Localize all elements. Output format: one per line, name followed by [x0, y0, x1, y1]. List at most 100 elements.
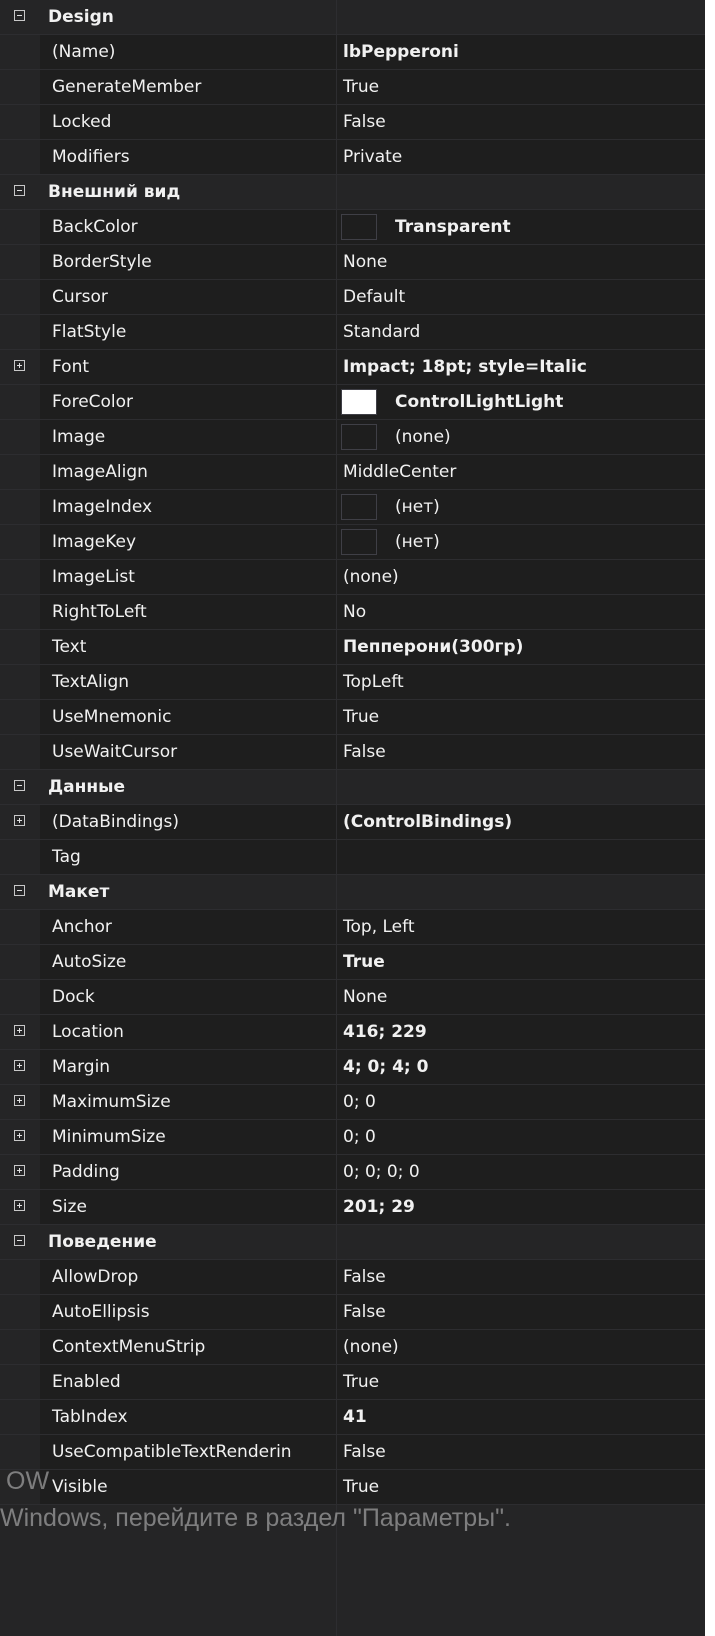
- category-row[interactable]: Design: [0, 0, 705, 35]
- property-row-name[interactable]: (Name) lbPepperoni: [0, 35, 705, 70]
- category-row[interactable]: Поведение: [0, 1225, 705, 1260]
- property-value[interactable]: 0; 0: [337, 1120, 705, 1154]
- property-row-tag[interactable]: Tag: [0, 840, 705, 875]
- property-value[interactable]: Top, Left: [337, 910, 705, 944]
- property-value[interactable]: True: [337, 70, 705, 104]
- property-row-flatstyle[interactable]: FlatStyle Standard: [0, 315, 705, 350]
- property-value[interactable]: None: [337, 245, 705, 279]
- property-row-minimumsize[interactable]: MinimumSize 0; 0: [0, 1120, 705, 1155]
- property-value[interactable]: TopLeft: [337, 665, 705, 699]
- property-value[interactable]: False: [337, 735, 705, 769]
- row-gutter: [0, 1400, 40, 1434]
- property-value[interactable]: (нет): [337, 525, 705, 559]
- collapse-icon[interactable]: [14, 885, 25, 896]
- property-row-location[interactable]: Location 416; 229: [0, 1015, 705, 1050]
- property-row-imagealign[interactable]: ImageAlign MiddleCenter: [0, 455, 705, 490]
- property-value[interactable]: 201; 29: [337, 1190, 705, 1224]
- property-value[interactable]: False: [337, 1260, 705, 1294]
- property-row-contextmenustrip[interactable]: ContextMenuStrip (none): [0, 1330, 705, 1365]
- property-row-image[interactable]: Image (none): [0, 420, 705, 455]
- expand-icon[interactable]: [14, 1165, 25, 1176]
- property-value[interactable]: False: [337, 1295, 705, 1329]
- property-value[interactable]: 0; 0; 0; 0: [337, 1155, 705, 1189]
- property-row-visible[interactable]: Visible True: [0, 1470, 705, 1505]
- property-row-autosize[interactable]: AutoSize True: [0, 945, 705, 980]
- property-value[interactable]: True: [337, 945, 705, 979]
- property-value[interactable]: True: [337, 1365, 705, 1399]
- property-value[interactable]: (ControlBindings): [337, 805, 705, 839]
- expand-icon[interactable]: [14, 360, 25, 371]
- property-value[interactable]: No: [337, 595, 705, 629]
- property-row-backcolor[interactable]: BackColor Transparent: [0, 210, 705, 245]
- expand-icon[interactable]: [14, 815, 25, 826]
- property-row-usemnemonic[interactable]: UseMnemonic True: [0, 700, 705, 735]
- property-value[interactable]: Private: [337, 140, 705, 174]
- color-swatch: [341, 494, 377, 520]
- property-value[interactable]: 4; 0; 4; 0: [337, 1050, 705, 1084]
- property-value[interactable]: False: [337, 1435, 705, 1469]
- property-value[interactable]: ControlLightLight: [337, 385, 705, 419]
- property-value[interactable]: Пепперони(300гр): [337, 630, 705, 664]
- property-value[interactable]: 416; 229: [337, 1015, 705, 1049]
- property-row-locked[interactable]: Locked False: [0, 105, 705, 140]
- property-row-imageindex[interactable]: ImageIndex (нет): [0, 490, 705, 525]
- property-value[interactable]: (none): [337, 420, 705, 454]
- property-row-usecompatibletextrenderin[interactable]: UseCompatibleTextRenderin False: [0, 1435, 705, 1470]
- property-value[interactable]: True: [337, 700, 705, 734]
- property-row-modifiers[interactable]: Modifiers Private: [0, 140, 705, 175]
- property-row-usewaitcursor[interactable]: UseWaitCursor False: [0, 735, 705, 770]
- property-row-text[interactable]: Text Пепперони(300гр): [0, 630, 705, 665]
- property-value[interactable]: (none): [337, 560, 705, 594]
- row-gutter: [0, 525, 40, 559]
- property-value[interactable]: 41: [337, 1400, 705, 1434]
- collapse-icon[interactable]: [14, 10, 25, 21]
- property-name: Locked: [40, 105, 336, 139]
- property-row-imagekey[interactable]: ImageKey (нет): [0, 525, 705, 560]
- property-row-size[interactable]: Size 201; 29: [0, 1190, 705, 1225]
- property-row-padding[interactable]: Padding 0; 0; 0; 0: [0, 1155, 705, 1190]
- property-row-databindings[interactable]: (DataBindings) (ControlBindings): [0, 805, 705, 840]
- category-row[interactable]: Данные: [0, 770, 705, 805]
- property-row-enabled[interactable]: Enabled True: [0, 1365, 705, 1400]
- property-value[interactable]: True: [337, 1470, 705, 1504]
- property-row-autoellipsis[interactable]: AutoEllipsis False: [0, 1295, 705, 1330]
- property-row-tabindex[interactable]: TabIndex 41: [0, 1400, 705, 1435]
- property-value[interactable]: Transparent: [337, 210, 705, 244]
- property-row-dock[interactable]: Dock None: [0, 980, 705, 1015]
- collapse-icon[interactable]: [14, 780, 25, 791]
- property-value[interactable]: Impact; 18pt; style=Italic: [337, 350, 705, 384]
- category-row[interactable]: Внешний вид: [0, 175, 705, 210]
- property-value[interactable]: Standard: [337, 315, 705, 349]
- expand-icon[interactable]: [14, 1060, 25, 1071]
- expand-icon[interactable]: [14, 1200, 25, 1211]
- property-row-cursor[interactable]: Cursor Default: [0, 280, 705, 315]
- property-row-margin[interactable]: Margin 4; 0; 4; 0: [0, 1050, 705, 1085]
- property-row-font[interactable]: Font Impact; 18pt; style=Italic: [0, 350, 705, 385]
- collapse-icon[interactable]: [14, 1235, 25, 1246]
- property-value[interactable]: lbPepperoni: [337, 35, 705, 69]
- property-value[interactable]: None: [337, 980, 705, 1014]
- collapse-icon[interactable]: [14, 185, 25, 196]
- category-row[interactable]: Макет: [0, 875, 705, 910]
- property-value[interactable]: MiddleCenter: [337, 455, 705, 489]
- property-row-righttoleft[interactable]: RightToLeft No: [0, 595, 705, 630]
- column-separator[interactable]: [336, 0, 337, 1636]
- property-row-forecolor[interactable]: ForeColor ControlLightLight: [0, 385, 705, 420]
- row-gutter: [0, 1155, 40, 1189]
- property-row-borderstyle[interactable]: BorderStyle None: [0, 245, 705, 280]
- property-value[interactable]: [337, 840, 705, 874]
- expand-icon[interactable]: [14, 1130, 25, 1141]
- property-value[interactable]: Default: [337, 280, 705, 314]
- property-row-textalign[interactable]: TextAlign TopLeft: [0, 665, 705, 700]
- property-row-maximumsize[interactable]: MaximumSize 0; 0: [0, 1085, 705, 1120]
- expand-icon[interactable]: [14, 1095, 25, 1106]
- property-row-anchor[interactable]: Anchor Top, Left: [0, 910, 705, 945]
- property-row-imagelist[interactable]: ImageList (none): [0, 560, 705, 595]
- property-value[interactable]: 0; 0: [337, 1085, 705, 1119]
- property-value[interactable]: False: [337, 105, 705, 139]
- property-row-generatemember[interactable]: GenerateMember True: [0, 70, 705, 105]
- property-value[interactable]: (нет): [337, 490, 705, 524]
- expand-icon[interactable]: [14, 1025, 25, 1036]
- property-row-allowdrop[interactable]: AllowDrop False: [0, 1260, 705, 1295]
- property-value[interactable]: (none): [337, 1330, 705, 1364]
